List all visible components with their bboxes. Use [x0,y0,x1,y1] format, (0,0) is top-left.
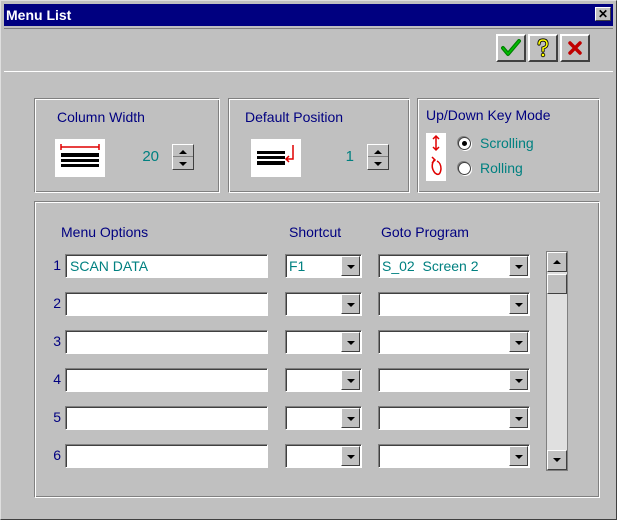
window-title: Menu List [6,7,72,23]
chevron-down-icon [346,257,356,275]
column-width-icon [55,139,105,177]
goto-program-dropdown[interactable] [378,292,530,316]
dropdown-button[interactable] [509,332,528,352]
default-position-icon [251,139,301,177]
dropdown-button[interactable] [509,408,528,428]
spin-up-button[interactable] [368,145,388,157]
goto-program-dropdown[interactable]: S_02 Screen 2 [378,254,530,278]
row-number: 6 [53,447,61,463]
scrolling-label[interactable]: Scrolling [480,135,534,151]
chevron-down-icon [346,447,356,465]
goto-program-dropdown[interactable] [378,368,530,392]
close-icon: ✕ [597,7,609,21]
dropdown-button[interactable] [341,370,360,390]
dropdown-button[interactable] [509,294,528,314]
scroll-up-button[interactable] [547,252,567,272]
chevron-down-icon [346,333,356,351]
shortcut-dropdown[interactable] [285,444,362,468]
menu-option-input[interactable] [65,292,268,316]
menu-list-window: Menu List ✕ Column Width 20 Default Posi… [0,0,617,520]
column-width-value: 20 [142,148,159,165]
row-number: 5 [53,409,61,425]
dropdown-button[interactable] [341,408,360,428]
shortcut-header: Shortcut [289,224,342,240]
chevron-down-icon [346,371,356,389]
key-mode-icon [426,133,446,181]
shortcut-dropdown[interactable] [285,292,362,316]
column-width-group: Column Width 20 [34,98,220,193]
dropdown-button[interactable] [509,256,528,276]
chevron-down-icon [514,371,524,389]
cancel-button[interactable] [560,34,590,62]
spin-down-button[interactable] [368,157,388,169]
shortcut-dropdown[interactable] [285,330,362,354]
default-position-spinner[interactable] [367,144,389,170]
close-button[interactable]: ✕ [595,7,611,21]
triangle-down-icon [553,458,561,462]
triangle-down-icon [374,162,382,166]
spin-up-button[interactable] [173,145,193,157]
chevron-down-icon [514,257,524,275]
chevron-down-icon [514,409,524,427]
shortcut-value: F1 [289,258,306,274]
goto-program-header: Goto Program [381,224,469,240]
default-position-group: Default Position 1 [228,98,410,193]
menu-option-input[interactable] [65,406,268,430]
question-icon [537,38,549,58]
toolbar [4,28,613,72]
triangle-up-icon [553,260,561,264]
menu-option-input[interactable] [65,444,268,468]
default-position-value: 1 [345,148,354,165]
vertical-scrollbar[interactable] [546,251,568,471]
menu-option-input[interactable]: SCAN DATA [65,254,268,278]
chevron-down-icon [514,295,524,313]
shortcut-dropdown[interactable]: F1 [285,254,362,278]
help-button[interactable] [528,34,558,62]
dropdown-button[interactable] [341,332,360,352]
row-number: 4 [53,371,61,387]
goto-program-dropdown[interactable] [378,444,530,468]
goto-program-dropdown[interactable] [378,406,530,430]
dropdown-button[interactable] [509,370,528,390]
column-width-label: Column Width [57,109,145,125]
key-mode-label: Up/Down Key Mode [426,107,551,123]
triangle-down-icon [179,162,187,166]
rolling-label[interactable]: Rolling [480,160,523,176]
chevron-down-icon [346,295,356,313]
row-number: 3 [53,333,61,349]
dropdown-button[interactable] [341,294,360,314]
check-icon [501,39,521,56]
shortcut-dropdown[interactable] [285,406,362,430]
chevron-down-icon [514,447,524,465]
title-bar: Menu List ✕ [4,4,613,26]
dropdown-button[interactable] [341,256,360,276]
scroll-thumb[interactable] [547,274,567,294]
row-number: 2 [53,295,61,311]
scrolling-radio[interactable] [458,137,471,150]
scroll-down-button[interactable] [547,450,567,470]
rolling-radio[interactable] [458,162,471,175]
chevron-down-icon [514,333,524,351]
default-position-label: Default Position [245,109,344,125]
ok-button[interactable] [496,34,526,62]
dropdown-button[interactable] [341,446,360,466]
goto-program-dropdown[interactable] [378,330,530,354]
spin-down-button[interactable] [173,157,193,169]
column-width-spinner[interactable] [172,144,194,170]
menu-options-header: Menu Options [61,224,149,240]
key-mode-group: Up/Down Key Mode Scrolling Rolling [417,98,600,193]
menu-option-input[interactable] [65,368,268,392]
row-number: 1 [53,257,61,273]
chevron-down-icon [346,409,356,427]
x-icon [568,41,582,55]
radio-dot [462,141,467,146]
dropdown-button[interactable] [509,446,528,466]
menu-option-input[interactable] [65,330,268,354]
goto-program-value: S_02 Screen 2 [382,258,479,274]
shortcut-dropdown[interactable] [285,368,362,392]
